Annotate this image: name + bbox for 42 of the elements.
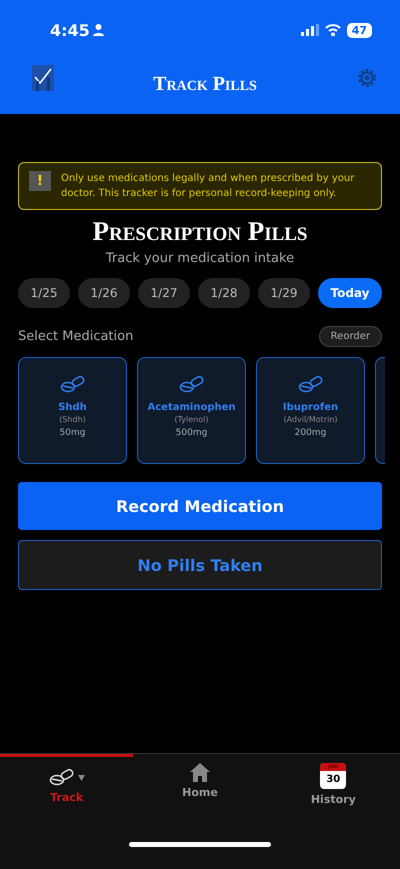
signal-icon — [300, 24, 319, 36]
date-chip[interactable]: Today — [318, 278, 382, 308]
medication-dose: 500mg — [176, 428, 208, 438]
pills-icon — [48, 769, 75, 787]
reorder-button[interactable]: Reorder — [318, 326, 382, 347]
medication-card[interactable] — [375, 357, 385, 464]
battery-indicator: 47 — [346, 22, 372, 38]
date-chip[interactable]: 1/25 — [18, 278, 70, 308]
header-title: Track Pills — [153, 72, 257, 96]
pills-icon — [298, 376, 324, 394]
medication-card[interactable]: Ibuprofen (Advil/Motrin) 200mg — [256, 357, 365, 464]
no-pills-button[interactable]: No Pills Taken — [18, 540, 382, 590]
medication-name: Ibuprofen — [282, 402, 338, 413]
caret-icon — [78, 775, 85, 781]
checklist-chart-icon[interactable] — [32, 65, 54, 91]
medication-name: Shdh — [58, 402, 87, 413]
pills-icon — [178, 376, 204, 394]
settings-icon[interactable] — [356, 67, 378, 89]
medication-brand: (Tylenol) — [174, 415, 208, 424]
date-chip[interactable]: 1/27 — [138, 278, 190, 308]
warning-text: Only use medications legally and when prescribed by your doctor. This tracker is for personal record-keeping only. — [61, 172, 356, 201]
medication-brand: (Advil/Motrin) — [283, 415, 338, 424]
page-subtitle: Track your medication intake — [104, 251, 296, 266]
warning-icon: ! — [29, 171, 51, 191]
date-chip[interactable]: 1/28 — [198, 278, 250, 308]
medication-dose: 50mg — [60, 428, 86, 438]
section-label: Select Medication — [18, 329, 134, 344]
medication-name: Acetaminophen — [148, 402, 236, 413]
record-button[interactable]: Record Medication — [18, 482, 382, 530]
medication-brand: (Shdh) — [59, 415, 86, 424]
medication-dose: 200mg — [294, 428, 326, 438]
status-time: 4:45 — [50, 20, 104, 40]
pills-icon — [60, 376, 86, 394]
date-chip[interactable]: 1/29 — [258, 278, 310, 308]
tab-bar-item[interactable]: Home — [133, 754, 267, 842]
medication-card[interactable]: Acetaminophen (Tylenol) 500mg — [137, 357, 246, 464]
home-icon — [190, 763, 210, 782]
wifi-icon — [324, 24, 341, 36]
person-icon — [92, 24, 104, 36]
page-title: Prescription Pills — [91, 216, 308, 247]
date-chip[interactable]: 1/26 — [78, 278, 130, 308]
medication-card[interactable]: Shdh (Shdh) 50mg — [18, 357, 127, 464]
